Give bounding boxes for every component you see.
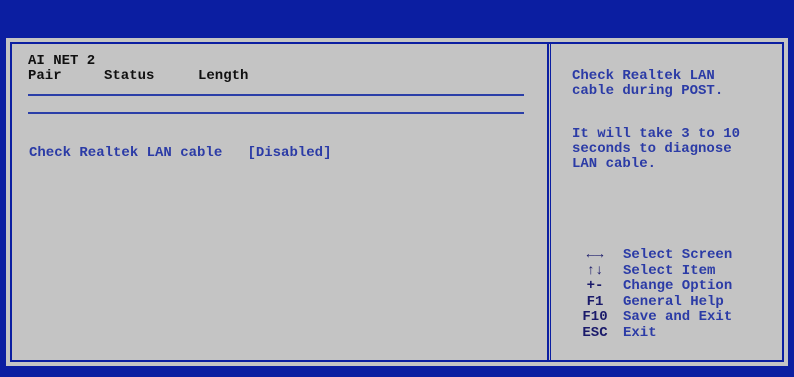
f1-key: F1 xyxy=(586,293,604,310)
bios-panel: AI NET 2 Pair Status Length Check Realtek … xyxy=(6,38,788,366)
key-desc: Select Item xyxy=(623,262,716,279)
help-pane: Check Realtek LAN cable during POST. It … xyxy=(572,54,772,200)
key-desc: Save and Exit xyxy=(623,309,733,325)
check-lan-cable-option[interactable]: Check Realtek LAN cable [Disabled] xyxy=(29,145,331,161)
arrows-left-right-icon: ←→ xyxy=(586,247,604,263)
key-row-select-screen: ←→ Select Screen xyxy=(567,247,733,264)
separator-top xyxy=(28,94,524,96)
bios-screen: AI NET 2 Pair Status Length Check Realtek … xyxy=(0,0,794,377)
key-desc: General Help xyxy=(623,293,724,310)
key-desc: Exit xyxy=(623,324,657,341)
key-row-general-help: F1 General Help xyxy=(567,293,732,311)
column-status: Status xyxy=(104,68,155,84)
key-row-save-exit: F10 Save and Exit xyxy=(567,309,733,326)
esc-key: ESC xyxy=(582,324,608,341)
panel-divider xyxy=(547,42,551,362)
option-value[interactable]: [Disabled] xyxy=(247,145,331,161)
section-title: AI NET 2 xyxy=(28,53,96,69)
key-row-select-item: ↑↓ Select Item xyxy=(567,262,732,280)
plus-minus-key: +- xyxy=(586,278,604,294)
column-pair: Pair xyxy=(28,68,62,84)
key-row-exit: ESC Exit xyxy=(567,324,732,342)
option-label: Check Realtek LAN cable xyxy=(29,145,223,161)
help-text-1: Check Realtek LAN cable during POST. xyxy=(572,68,724,99)
f10-key: F10 xyxy=(582,309,608,325)
settings-pane: AI NET 2 Pair Status Length xyxy=(28,54,528,84)
key-row-change-option: +- Change Option xyxy=(567,278,733,295)
key-legend: ←→ Select Screen ↑↓ Select Item +- Change O… xyxy=(567,247,733,342)
separator-bottom xyxy=(28,112,524,114)
key-desc: Change Option xyxy=(623,278,733,294)
key-desc: Select Screen xyxy=(623,247,733,263)
arrows-up-down-icon: ↑↓ xyxy=(586,262,604,279)
column-headers: Pair Status Length xyxy=(28,69,528,84)
help-text-2: It will take 3 to 10 seconds to diagnose… xyxy=(572,126,741,172)
column-length: Length xyxy=(198,68,249,84)
